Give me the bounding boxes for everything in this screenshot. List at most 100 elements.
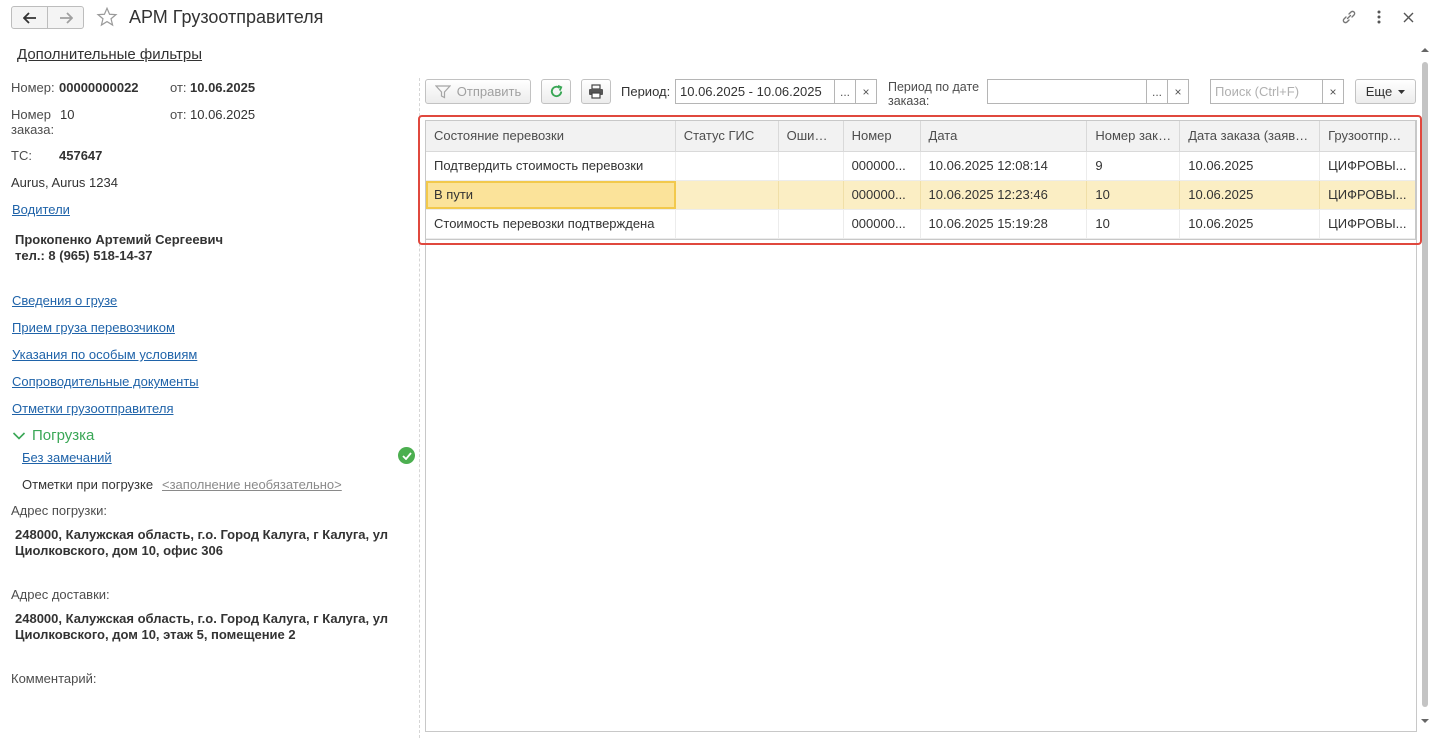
cell-order-date[interactable]: 10.06.2025 — [1180, 181, 1321, 209]
vehicle-model: Aurus, Aurus 1234 — [11, 175, 118, 190]
arrow-left-icon — [22, 11, 36, 24]
shipper-marks-link[interactable]: Отметки грузоотправителя — [12, 401, 173, 416]
cell-gis-status[interactable] — [676, 181, 779, 209]
period-input[interactable]: 10.06.2025 - 10.06.2025 — [675, 79, 835, 104]
cargo-info-link[interactable]: Сведения о грузе — [12, 293, 117, 308]
search-placeholder: Поиск (Ctrl+F) — [1215, 84, 1300, 99]
cell-number[interactable]: 000000... — [844, 210, 921, 238]
link-icon[interactable] — [1340, 8, 1358, 26]
search-clear-button[interactable]: × — [1323, 79, 1344, 104]
col-date[interactable]: Дата — [921, 121, 1088, 151]
cell-date[interactable]: 10.06.2025 12:08:14 — [921, 152, 1088, 180]
number-date-label: от: — [170, 80, 187, 95]
cell-date[interactable]: 10.06.2025 12:23:46 — [921, 181, 1088, 209]
driver-name: Прокопенко Артемий Сергеевич — [15, 232, 224, 247]
order-number-label: Номер заказа: — [11, 107, 55, 137]
cell-error[interactable] — [779, 210, 844, 238]
accompanying-docs-link[interactable]: Сопроводительные документы — [12, 374, 199, 389]
number-date-value: 10.06.2025 — [190, 80, 256, 95]
table-row[interactable]: Стоимость перевозки подтверждена 000000.… — [426, 210, 1415, 239]
drivers-link[interactable]: Водители — [12, 202, 70, 217]
cell-error[interactable] — [779, 181, 844, 209]
cell-transport-state[interactable]: Стоимость перевозки подтверждена — [426, 210, 676, 238]
cell-gis-status[interactable] — [676, 152, 779, 180]
arrow-right-icon — [59, 11, 73, 24]
col-order-date[interactable]: Дата заказа (заявки) — [1180, 121, 1321, 151]
col-order-number[interactable]: Номер зака... — [1087, 121, 1181, 151]
order-period-label: Период по дате заказа: — [888, 80, 980, 108]
favorite-star-icon[interactable] — [96, 6, 118, 31]
col-error[interactable]: Ошибка — [779, 121, 844, 151]
number-label: Номер: — [11, 80, 55, 95]
no-remarks-link[interactable]: Без замечаний — [22, 450, 112, 465]
table-header: Состояние перевозки Статус ГИС Ошибка Но… — [426, 121, 1415, 152]
vehicle-label: ТС: — [11, 148, 32, 163]
caret-down-icon — [1398, 89, 1406, 94]
cell-shipper[interactable]: ЦИФРОВЫ... — [1320, 210, 1415, 238]
period-label: Период: — [621, 84, 671, 99]
loading-section-title: Погрузка — [32, 427, 95, 444]
cell-order-number[interactable]: 10 — [1087, 181, 1181, 209]
special-conditions-link[interactable]: Указания по особым условиям — [12, 347, 197, 362]
period-select-button[interactable]: ... — [835, 79, 856, 104]
close-icon[interactable] — [1399, 8, 1417, 26]
col-shipper[interactable]: Грузоотправ... — [1320, 121, 1415, 151]
cell-error[interactable] — [779, 152, 844, 180]
loading-marks-field[interactable]: <заполнение необязательно> — [162, 477, 342, 492]
scroll-down-icon[interactable] — [1419, 716, 1431, 726]
period-clear-button[interactable]: × — [856, 79, 877, 104]
print-button[interactable] — [581, 79, 611, 104]
cell-transport-state[interactable]: В пути — [426, 181, 676, 209]
more-vertical-icon[interactable] — [1370, 8, 1388, 26]
more-button[interactable]: Еще — [1355, 79, 1416, 104]
col-gis-status[interactable]: Статус ГИС — [676, 121, 779, 151]
number-value: 00000000022 — [59, 80, 139, 95]
order-date-value: 10.06.2025 — [190, 107, 256, 122]
scroll-up-icon[interactable] — [1419, 45, 1431, 55]
filter-send-icon — [434, 84, 451, 98]
cell-number[interactable]: 000000... — [844, 152, 921, 180]
forward-button[interactable] — [47, 6, 84, 29]
window-title: АРМ Грузоотправителя — [129, 7, 324, 27]
loading-address-label: Адрес погрузки: — [11, 503, 107, 518]
table-row-selected[interactable]: В пути 000000... 10.06.2025 12:23:46 10 … — [426, 181, 1415, 210]
cell-gis-status[interactable] — [676, 210, 779, 238]
cell-order-number[interactable]: 9 — [1087, 152, 1181, 180]
cell-order-date[interactable]: 10.06.2025 — [1180, 152, 1321, 180]
loading-marks-label: Отметки при погрузке — [22, 477, 154, 492]
cell-shipper[interactable]: ЦИФРОВЫ... — [1320, 181, 1415, 209]
chevron-down-icon — [12, 431, 26, 440]
col-number[interactable]: Номер — [844, 121, 921, 151]
send-button[interactable]: Отправить — [425, 79, 531, 104]
cell-order-date[interactable]: 10.06.2025 — [1180, 210, 1321, 238]
shipments-table: Состояние перевозки Статус ГИС Ошибка Но… — [425, 120, 1416, 240]
page-scrollbar[interactable] — [1419, 40, 1431, 735]
order-date-label: от: — [170, 107, 187, 122]
send-button-label: Отправить — [456, 84, 522, 99]
cell-number[interactable]: 000000... — [844, 181, 921, 209]
loading-section-toggle[interactable]: Погрузка — [12, 427, 94, 444]
order-period-input[interactable] — [987, 79, 1147, 104]
cell-order-number[interactable]: 10 — [1087, 210, 1181, 238]
cell-transport-state[interactable]: Подтвердить стоимость перевозки — [426, 152, 676, 180]
vehicle-value: 457647 — [59, 148, 103, 163]
cell-date[interactable]: 10.06.2025 15:19:28 — [921, 210, 1088, 238]
delivery-address-value: 248000, Калужская область, г.о. Город Ка… — [15, 611, 389, 642]
col-transport-state[interactable]: Состояние перевозки — [426, 121, 676, 151]
refresh-button[interactable] — [541, 79, 571, 104]
search-input[interactable]: Поиск (Ctrl+F) — [1210, 79, 1323, 104]
scroll-track[interactable] — [1422, 62, 1428, 707]
order-period-select-button[interactable]: ... — [1147, 79, 1168, 104]
cell-shipper[interactable]: ЦИФРОВЫ... — [1320, 152, 1415, 180]
table-row[interactable]: Подтвердить стоимость перевозки 000000..… — [426, 152, 1415, 181]
delivery-address-label: Адрес доставки: — [11, 587, 110, 602]
period-value: 10.06.2025 - 10.06.2025 — [680, 84, 822, 99]
order-period-clear-button[interactable]: × — [1168, 79, 1189, 104]
more-button-label: Еще — [1365, 84, 1393, 99]
panel-splitter[interactable] — [419, 78, 420, 738]
cargo-acceptance-link[interactable]: Прием груза перевозчиком — [12, 320, 175, 335]
comment-label: Комментарий: — [11, 671, 97, 686]
additional-filters-link[interactable]: Дополнительные фильтры — [17, 46, 202, 63]
back-button[interactable] — [11, 6, 48, 29]
refresh-icon — [550, 85, 562, 98]
